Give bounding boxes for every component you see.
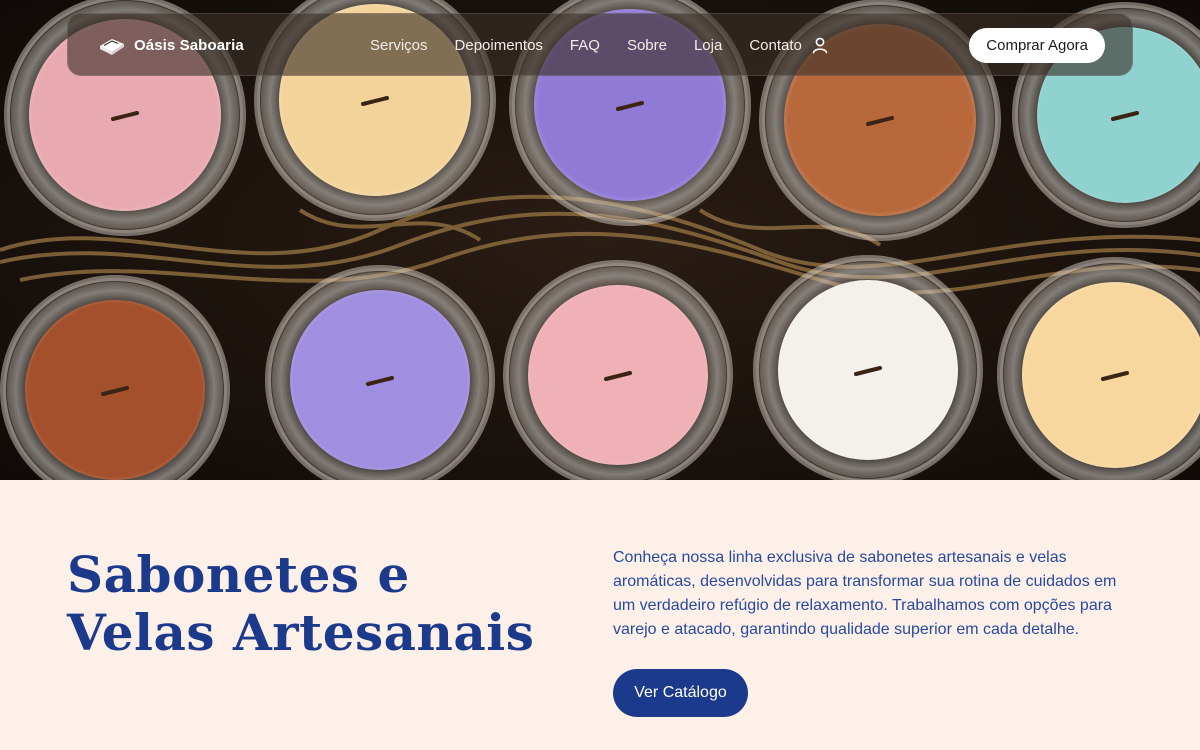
jar-glass <box>510 267 726 480</box>
nav-link-loja[interactable]: Loja <box>694 37 722 54</box>
jar-glass <box>272 272 488 480</box>
view-catalog-button[interactable]: Ver Catálogo <box>613 669 748 717</box>
user-icon[interactable] <box>811 36 829 54</box>
nav-link-faq[interactable]: FAQ <box>570 37 600 54</box>
headline-line-1: Sabonetes e <box>67 545 410 604</box>
brand[interactable]: Oásis Saboaria <box>98 14 244 77</box>
nav-link-depoimentos[interactable]: Depoimentos <box>455 37 543 54</box>
nav-links: Serviços Depoimentos FAQ Sobre Loja Cont… <box>370 14 829 77</box>
page-title: Sabonetes e Velas Artesanais <box>67 546 537 662</box>
nav-link-contato[interactable]: Contato <box>749 37 802 54</box>
buy-now-button[interactable]: Comprar Agora <box>969 28 1105 63</box>
soap-bar-icon <box>100 38 124 55</box>
nav-link-servicos[interactable]: Serviços <box>370 37 428 54</box>
headline-line-2: Velas Artesanais <box>67 603 535 662</box>
brand-name: Oásis Saboaria <box>134 37 244 54</box>
navbar: Oásis Saboaria Serviços Depoimentos FAQ … <box>67 13 1133 76</box>
description: Conheça nossa linha exclusiva de sabonet… <box>613 549 1117 638</box>
nav-link-sobre[interactable]: Sobre <box>627 37 667 54</box>
